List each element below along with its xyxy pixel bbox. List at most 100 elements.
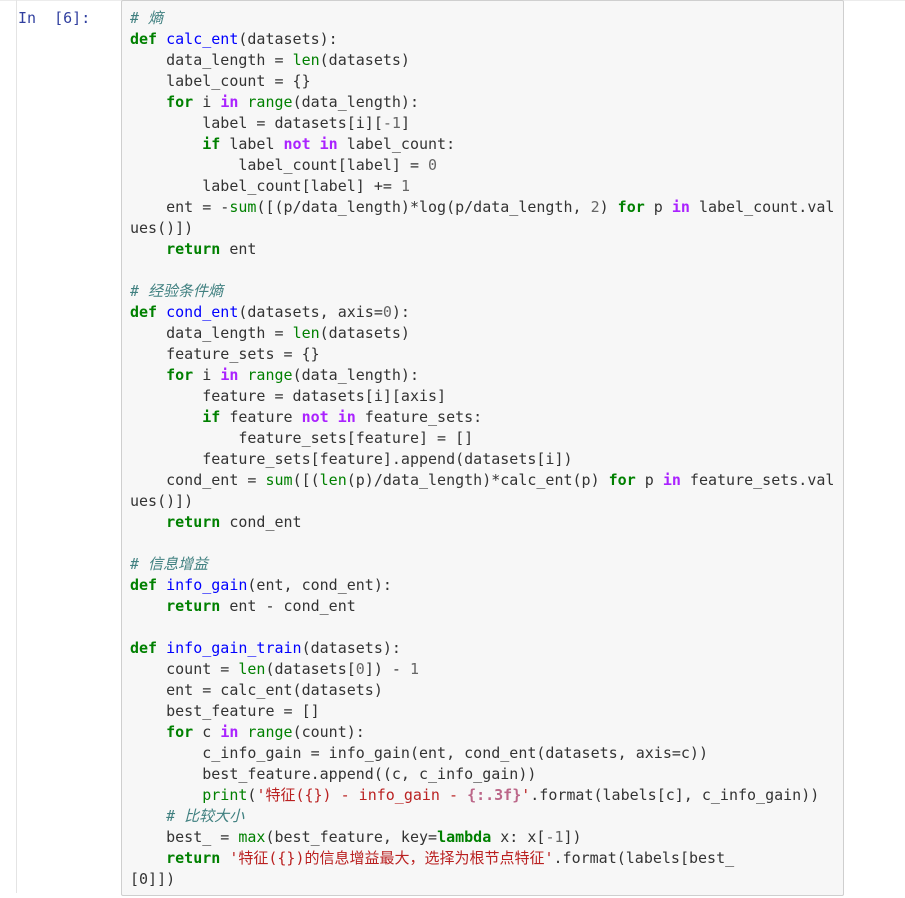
code-token: -1 <box>545 828 564 846</box>
code-token: for <box>166 723 194 741</box>
code-line: cond_ent = sum([(len(p)/data_length)*cal… <box>130 470 834 491</box>
code-line: # 比较大小 <box>130 806 834 827</box>
code-token: for <box>166 93 194 111</box>
code-token: return <box>166 240 221 258</box>
code-token: ent = - <box>130 198 230 216</box>
code-line: count = len(datasets[0]) - 1 <box>130 659 834 680</box>
code-token: c_info_gain = info_gain(ent, cond_ent(da… <box>130 744 708 762</box>
code-token: label_count = {} <box>130 72 311 90</box>
code-line: ues()]) <box>130 218 834 239</box>
code-token: # 比较大小 <box>166 807 245 825</box>
code-token: ]) <box>563 828 582 846</box>
code-line: ​ <box>130 533 834 554</box>
code-token: (p)/data_length)*calc_ent(p) <box>346 471 609 489</box>
code-token: ent - cond_ent <box>220 597 356 615</box>
code-line: for c in range(count): <box>130 722 834 743</box>
code-token: label <box>220 135 284 153</box>
code-token: return <box>166 597 221 615</box>
code-token: c <box>193 723 221 741</box>
code-token: ent <box>220 240 257 258</box>
code-line: # 信息增益 <box>130 554 834 575</box>
code-token: for <box>166 366 194 384</box>
code-line: label_count[label] = 0 <box>130 155 834 176</box>
code-token: cond_ent <box>166 303 239 321</box>
code-token: (datasets) <box>319 324 410 342</box>
code-token: ): <box>391 303 410 321</box>
code-line: ent = calc_ent(datasets) <box>130 680 834 701</box>
code-token: print <box>202 786 248 804</box>
code-token: label_count.val <box>689 198 835 216</box>
code-line: best_feature = [] <box>130 701 834 722</box>
code-token: def <box>130 303 158 321</box>
code-line: if feature not in feature_sets: <box>130 407 834 428</box>
code-token: ([(p/data_length)*log(p/data_length, <box>256 198 591 216</box>
code-token: p <box>635 471 663 489</box>
code-token: in <box>337 408 356 426</box>
code-token: best_feature = [] <box>130 702 320 720</box>
code-token: len <box>292 51 320 69</box>
code-token: 1 <box>409 660 419 678</box>
code-token: max <box>238 828 266 846</box>
code-token: info_gain_train <box>166 639 302 657</box>
code-token: # 熵 <box>130 9 164 27</box>
cell-prompt: In [6]: <box>18 9 91 27</box>
code-token: ] <box>400 114 410 132</box>
code-line: feature_sets[feature].append(datasets[i]… <box>130 449 834 470</box>
notebook-page: In [6]: # 熵 def calc_ent(datasets): data_… <box>0 0 905 898</box>
code-line: feature_sets = {} <box>130 344 834 365</box>
code-token: '特征({}) - info_gain - <box>256 786 468 804</box>
code-token: if <box>202 408 221 426</box>
code-token: label_count[label] += <box>130 177 401 195</box>
code-token: 1 <box>400 177 410 195</box>
code-token: ues()]) <box>130 219 194 237</box>
code-token: feature_sets.val <box>680 471 835 489</box>
code-token: ([( <box>292 471 320 489</box>
code-token: # 经验条件熵 <box>130 282 224 300</box>
code-token: label = datasets[i][ <box>130 114 383 132</box>
code-token: -1 <box>382 114 401 132</box>
code-line: return ent - cond_ent <box>130 596 834 617</box>
code-token: len <box>319 471 347 489</box>
code-token: len <box>238 660 266 678</box>
code-token: feature = datasets[i][axis] <box>130 387 447 405</box>
code-token: cond_ent = <box>130 471 266 489</box>
code-line: def calc_ent(datasets): <box>130 29 834 50</box>
code-token: i <box>193 93 221 111</box>
code-line: ​ <box>130 617 834 638</box>
code-token: calc_ent <box>166 30 239 48</box>
code-token: range <box>247 723 293 741</box>
code-token: ' <box>521 786 531 804</box>
code-token: (datasets) <box>319 51 410 69</box>
code-token: feature_sets = {} <box>130 345 320 363</box>
code-editor[interactable]: # 熵 def calc_ent(datasets): data_length =… <box>130 8 834 890</box>
code-token: return <box>166 513 221 531</box>
code-line: ent = -sum([(p/data_length)*log(p/data_l… <box>130 197 834 218</box>
code-token: range <box>247 366 293 384</box>
code-token: sum <box>229 198 257 216</box>
code-token: sum <box>265 471 293 489</box>
code-token: data_length = <box>130 324 293 342</box>
code-token: (ent, cond_ent): <box>247 576 392 594</box>
code-token: cond_ent <box>220 513 302 531</box>
code-token: # 信息增益 <box>130 555 209 573</box>
code-line: best_feature.append((c, c_info_gain)) <box>130 764 834 785</box>
code-token: feature_sets: <box>355 408 483 426</box>
code-token: (data_length): <box>292 93 419 111</box>
code-token: in <box>662 471 681 489</box>
code-token: (datasets, axis= <box>238 303 383 321</box>
code-token: (datasets): <box>301 639 401 657</box>
code-token: (count): <box>292 723 365 741</box>
code-token: feature <box>220 408 302 426</box>
code-token: 0 <box>382 303 392 321</box>
code-token: (datasets): <box>238 30 338 48</box>
code-line: for i in range(data_length): <box>130 92 834 113</box>
